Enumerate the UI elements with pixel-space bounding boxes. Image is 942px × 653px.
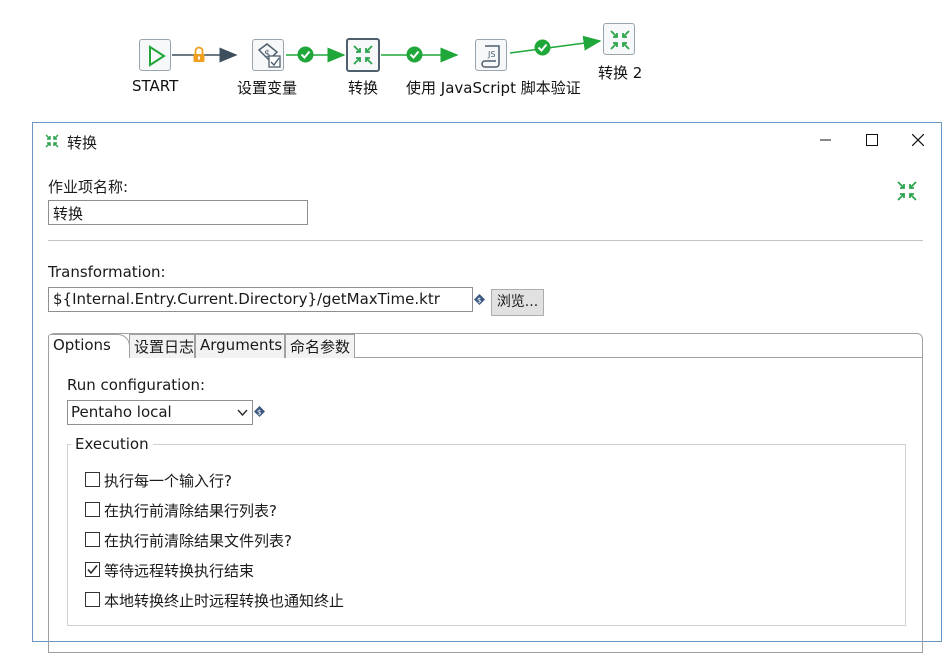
svg-text:$: $ — [477, 297, 481, 305]
start-icon — [149, 45, 166, 67]
node-label-transformation-2: 转换 2 — [598, 64, 643, 82]
checkbox-label: 本地转换终止时远程转换也通知终止 — [104, 592, 345, 610]
node-label-javascript: 使用 JavaScript 脚本验证 — [406, 79, 581, 97]
node-transformation-2[interactable] — [603, 23, 635, 55]
transformation-dialog: 转换 作业项名称: 转换 Transformation: ${Internal.… — [32, 122, 942, 653]
minimize-icon — [820, 139, 831, 141]
node-label-set-variables: 设置变量 — [237, 79, 298, 97]
maximize-button[interactable] — [849, 123, 895, 157]
transformation-path-input[interactable]: ${Internal.Entry.Current.Directory}/getM… — [48, 287, 473, 312]
node-set-variables[interactable]: $ — [252, 39, 284, 71]
lock-icon — [193, 46, 205, 62]
javascript-icon: JS — [481, 45, 500, 68]
checkmark-icon — [87, 565, 98, 575]
checkbox-label: 在执行前清除结果文件列表? — [104, 532, 292, 550]
transformation-icon — [897, 181, 917, 201]
transformation-icon — [610, 30, 630, 50]
run-configuration-select[interactable]: Pentaho local — [67, 400, 253, 425]
minimize-button[interactable] — [803, 123, 849, 157]
run-configuration-value: Pentaho local — [71, 403, 172, 421]
node-javascript[interactable]: JS — [475, 39, 507, 71]
checkbox-clear-result-files[interactable] — [85, 532, 100, 547]
checkbox-label: 等待远程转换执行结束 — [104, 562, 255, 580]
tab-arguments[interactable]: Arguments — [195, 334, 285, 358]
close-icon — [912, 134, 924, 146]
run-configuration-label: Run configuration: — [67, 376, 206, 394]
set-variables-icon: $ — [257, 43, 281, 68]
check-circle-icon — [297, 46, 314, 63]
transformation-label: Transformation: — [48, 263, 166, 281]
check-circle-icon — [406, 46, 423, 63]
check-circle-icon — [534, 39, 551, 56]
chevron-down-icon — [237, 409, 248, 417]
separator — [48, 240, 923, 241]
tab-named-parameters[interactable]: 命名参数 — [285, 334, 355, 358]
variable-icon: $ — [474, 294, 485, 305]
active-tab-gap — [49, 357, 129, 358]
node-transformation[interactable] — [346, 38, 380, 72]
close-button[interactable] — [895, 123, 941, 157]
checkbox-wait-remote[interactable] — [85, 562, 100, 577]
maximize-icon — [866, 134, 878, 146]
checkbox-clear-result-rows[interactable] — [85, 502, 100, 517]
browse-button[interactable]: 浏览... — [491, 289, 544, 316]
svg-text:$: $ — [257, 409, 261, 417]
job-entry-name-label: 作业项名称: — [48, 178, 129, 196]
dialog-title: 转换 — [67, 134, 98, 152]
node-start[interactable] — [139, 39, 171, 71]
execution-label: Execution — [71, 435, 153, 453]
node-label-transformation: 转换 — [348, 79, 379, 97]
checkbox-notify-remote-stop[interactable] — [85, 592, 100, 607]
checkbox-label: 执行每一个输入行? — [104, 472, 232, 490]
svg-text:JS: JS — [487, 50, 495, 59]
transformation-icon — [353, 45, 373, 65]
workflow-canvas[interactable]: $ JS START 设置变量 转换 使用 JavaScript 脚本验证 转换… — [0, 0, 942, 120]
tab-logging[interactable]: 设置日志 — [129, 334, 195, 358]
tab-options[interactable]: Options — [48, 334, 130, 358]
node-label-start: START — [132, 77, 179, 95]
variable-icon: $ — [254, 406, 265, 417]
dialog-titlebar[interactable]: 转换 — [33, 123, 941, 157]
transformation-icon — [45, 134, 59, 148]
checkbox-label: 在执行前清除结果行列表? — [104, 502, 277, 520]
job-entry-name-input[interactable]: 转换 — [48, 200, 308, 225]
checkbox-each-input-row[interactable] — [85, 472, 100, 487]
